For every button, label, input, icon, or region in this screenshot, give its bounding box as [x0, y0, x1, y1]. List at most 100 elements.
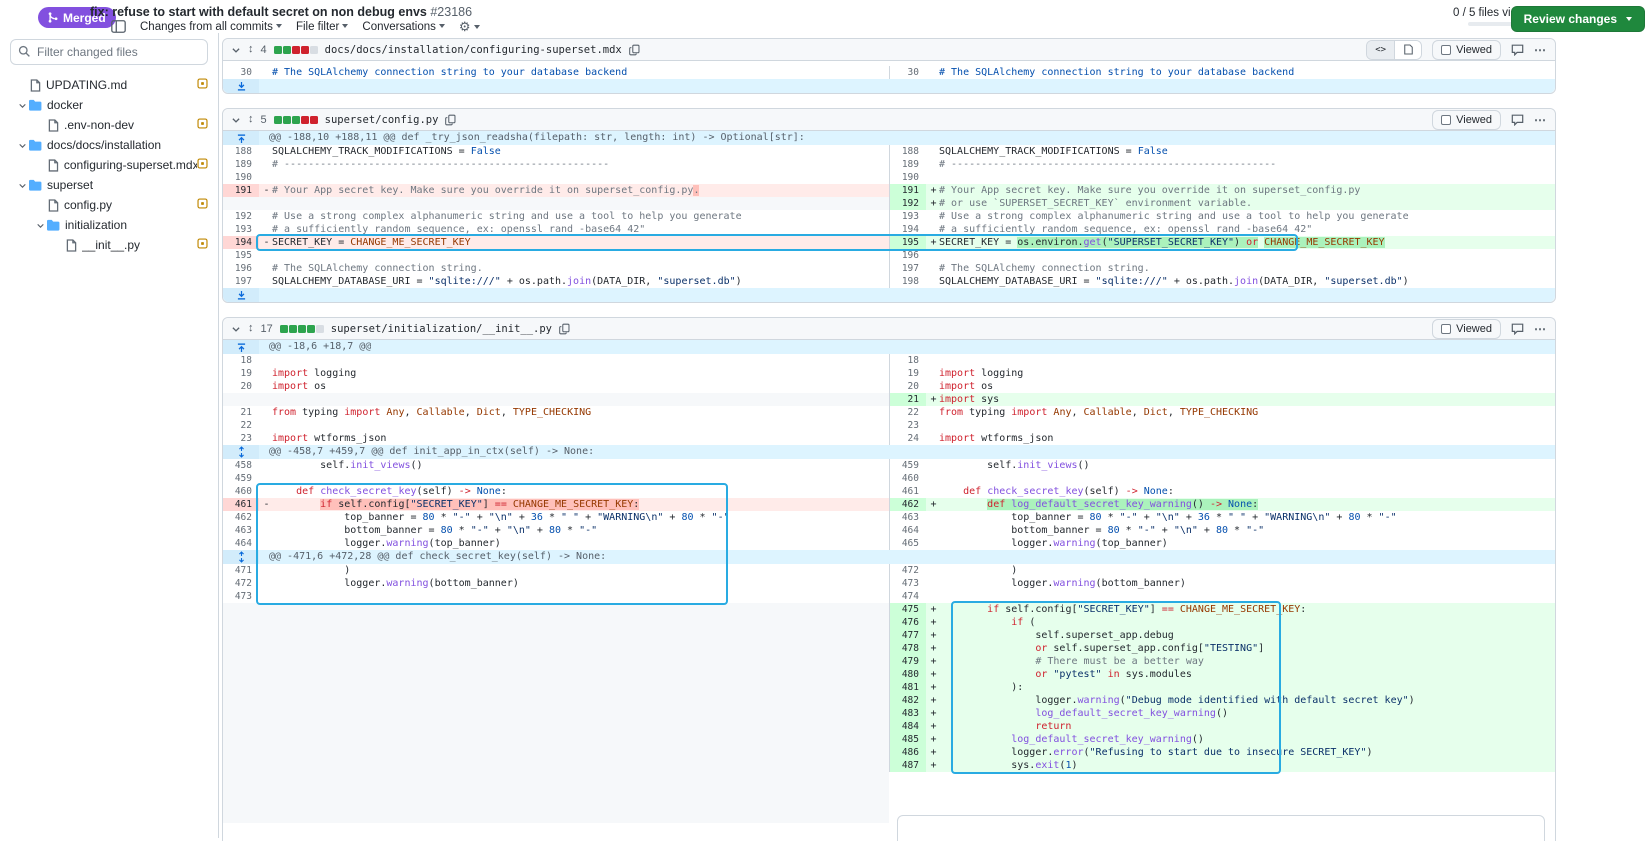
file-tree-toggle-icon[interactable]	[111, 20, 126, 33]
copy-path-icon[interactable]	[629, 44, 640, 56]
line-number[interactable]: 195	[223, 249, 259, 262]
sidebar-folder-superset[interactable]: superset	[6, 175, 212, 195]
line-number[interactable]: 463	[223, 524, 259, 537]
viewed-toggle-button[interactable]: Viewed	[1432, 110, 1501, 130]
sidebar-folder-docs-docs-installation[interactable]: docs/docs/installation	[6, 135, 212, 155]
comment-icon[interactable]	[1511, 44, 1524, 56]
collapse-file-chevron-icon[interactable]	[231, 324, 241, 334]
line-number[interactable]: 188	[889, 145, 926, 158]
viewed-checkbox[interactable]	[1441, 115, 1451, 125]
line-number[interactable]: 22	[889, 406, 926, 419]
collapse-file-chevron-icon[interactable]	[231, 115, 241, 125]
line-number[interactable]: 475	[889, 603, 926, 616]
line-number[interactable]: 192	[889, 197, 926, 210]
line-number[interactable]: 197	[223, 275, 259, 288]
sidebar-folder-docker[interactable]: docker	[6, 95, 212, 115]
copy-path-icon[interactable]	[559, 323, 570, 335]
line-number[interactable]: 194	[223, 236, 259, 249]
line-number[interactable]: 193	[889, 210, 926, 223]
sidebar-folder-initialization[interactable]: initialization	[6, 215, 212, 235]
file-path[interactable]: docs/docs/installation/configuring-super…	[325, 44, 622, 56]
viewed-checkbox[interactable]	[1441, 324, 1451, 334]
line-number[interactable]: 191	[223, 184, 259, 197]
line-number[interactable]: 477	[889, 629, 926, 642]
line-number[interactable]: 23	[889, 419, 926, 432]
line-number[interactable]: 476	[889, 616, 926, 629]
line-number[interactable]: 465	[889, 537, 926, 550]
line-number[interactable]: 461	[223, 498, 259, 511]
sidebar-file--env-non-dev[interactable]: .env-non-dev	[6, 115, 212, 135]
line-number[interactable]: 485	[889, 733, 926, 746]
drag-handle-icon[interactable]: ↕	[248, 114, 254, 125]
line-number[interactable]: 472	[223, 577, 259, 590]
comment-icon[interactable]	[1511, 114, 1524, 126]
line-number[interactable]: 471	[223, 564, 259, 577]
line-number[interactable]: 461	[889, 485, 926, 498]
menu-conversations[interactable]: Conversations	[362, 21, 445, 33]
rich-view-button[interactable]	[1394, 41, 1421, 59]
line-number[interactable]: 478	[889, 642, 926, 655]
line-number[interactable]: 195	[889, 236, 926, 249]
menu-file-filter[interactable]: File filter	[296, 21, 348, 33]
filter-changed-files-input[interactable]	[10, 39, 208, 65]
line-number[interactable]: 472	[889, 564, 926, 577]
expand-hunk-button[interactable]	[223, 131, 259, 145]
line-number[interactable]: 459	[889, 459, 926, 472]
file-options-kebab[interactable]: ⋯	[1534, 43, 1547, 57]
sidebar-file--init-py[interactable]: __init__.py	[6, 235, 212, 255]
line-number[interactable]: 193	[223, 223, 259, 236]
line-number[interactable]: 464	[223, 537, 259, 550]
inline-comment-form[interactable]	[897, 815, 1545, 841]
line-number[interactable]: 460	[889, 472, 926, 485]
line-number[interactable]: 482	[889, 694, 926, 707]
file-path[interactable]: superset/config.py	[325, 114, 439, 126]
line-number[interactable]: 30	[223, 66, 259, 79]
line-number[interactable]: 196	[223, 262, 259, 275]
expand-hunk-button[interactable]	[223, 340, 259, 354]
line-number[interactable]: 194	[889, 223, 926, 236]
line-number[interactable]: 192	[223, 210, 259, 223]
line-number[interactable]: 19	[223, 367, 259, 380]
sidebar-file-config-py[interactable]: config.py	[6, 195, 212, 215]
line-number[interactable]: 191	[889, 184, 926, 197]
line-number[interactable]: 20	[223, 380, 259, 393]
line-number[interactable]: 460	[223, 485, 259, 498]
line-number[interactable]: 21	[889, 393, 926, 406]
line-number[interactable]: 458	[223, 459, 259, 472]
viewed-checkbox[interactable]	[1441, 45, 1451, 55]
expand-hunk-button[interactable]	[223, 445, 259, 459]
line-number[interactable]: 473	[223, 590, 259, 603]
line-number[interactable]: 190	[223, 171, 259, 184]
line-number[interactable]: 480	[889, 668, 926, 681]
line-number[interactable]: 484	[889, 720, 926, 733]
line-number[interactable]: 22	[223, 419, 259, 432]
sidebar-file-configuring-superset-mdx[interactable]: configuring-superset.mdx	[6, 155, 212, 175]
line-number[interactable]: 190	[889, 171, 926, 184]
line-number[interactable]: 189	[223, 158, 259, 171]
line-number[interactable]: 463	[889, 511, 926, 524]
viewed-toggle-button[interactable]: Viewed	[1432, 40, 1501, 60]
source-view-button[interactable]: <>	[1367, 41, 1394, 59]
line-number[interactable]: 474	[889, 590, 926, 603]
line-number[interactable]: 24	[889, 432, 926, 445]
line-number[interactable]: 462	[889, 498, 926, 511]
comment-icon[interactable]	[1511, 323, 1524, 335]
diff-settings-gear[interactable]: ⚙	[459, 20, 480, 33]
line-number[interactable]: 481	[889, 681, 926, 694]
line-number[interactable]: 30	[889, 66, 926, 79]
line-number[interactable]: 473	[889, 577, 926, 590]
line-number[interactable]: 487	[889, 759, 926, 772]
menu-changes-from-commits[interactable]: Changes from all commits	[140, 21, 282, 33]
sidebar-file-updating-md[interactable]: UPDATING.md	[6, 75, 212, 95]
expand-down-button[interactable]	[223, 288, 259, 302]
file-options-kebab[interactable]: ⋯	[1534, 113, 1547, 127]
file-path[interactable]: superset/initialization/__init__.py	[331, 323, 552, 335]
line-number[interactable]: 19	[889, 367, 926, 380]
expand-down-button[interactable]	[223, 79, 259, 93]
line-number[interactable]: 464	[889, 524, 926, 537]
line-number[interactable]: 23	[223, 432, 259, 445]
drag-handle-icon[interactable]: ↕	[248, 323, 254, 334]
line-number[interactable]: 197	[889, 262, 926, 275]
line-number[interactable]: 18	[889, 354, 926, 367]
line-number[interactable]: 459	[223, 472, 259, 485]
